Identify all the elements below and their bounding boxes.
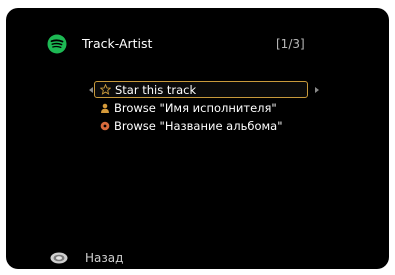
arrow-left-icon[interactable] <box>89 87 93 93</box>
menu-item-browse-artist[interactable]: Browse "Имя исполнителя" <box>94 99 277 116</box>
menu-panel: Track-Artist [1/3] Star this track Brows… <box>6 8 389 269</box>
menu-item-browse-album[interactable]: Browse "Название альбома" <box>94 117 283 134</box>
screen: Track-Artist [1/3] Star this track Brows… <box>0 0 395 275</box>
page-indicator: [1/3] <box>276 37 305 51</box>
menu-item-star-track[interactable]: Star this track <box>94 81 308 98</box>
return-button-icon <box>50 252 68 264</box>
back-label[interactable]: Назад <box>85 250 123 266</box>
star-icon <box>99 83 112 96</box>
menu-item-label: Browse "Название альбома" <box>114 118 283 133</box>
menu-item-label: Star this track <box>115 82 197 97</box>
spotify-icon <box>47 34 67 54</box>
disc-icon <box>98 119 111 132</box>
person-icon <box>98 101 111 114</box>
menu-item-label: Browse "Имя исполнителя" <box>114 100 277 115</box>
arrow-right-icon[interactable] <box>315 87 319 93</box>
page-title: Track-Artist <box>82 36 153 51</box>
